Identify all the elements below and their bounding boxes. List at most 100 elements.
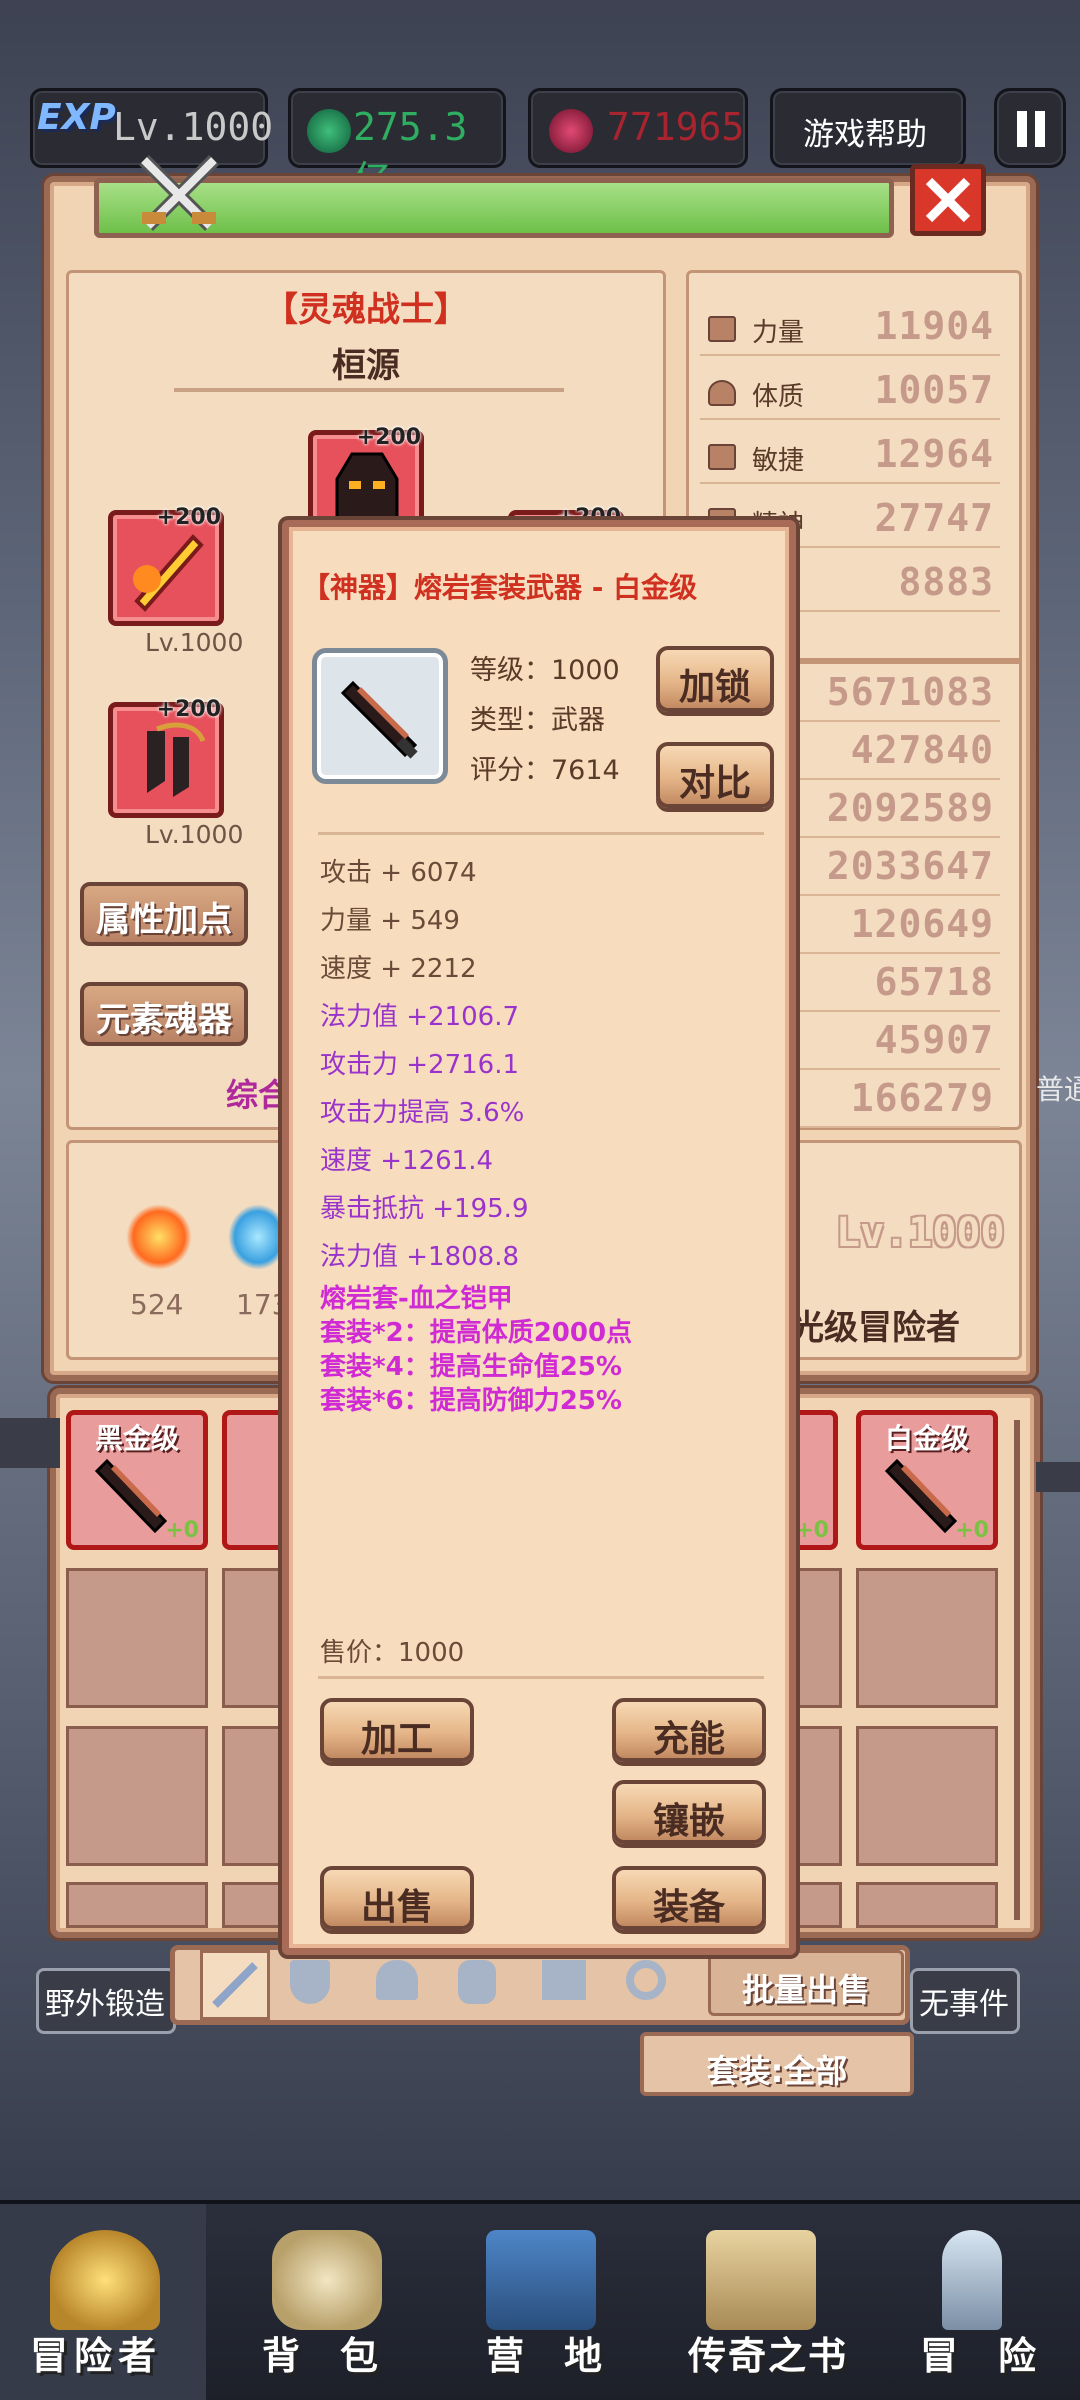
- base-stat: 力量 + 549: [320, 906, 460, 936]
- attribute-points-button[interactable]: 属性加点: [80, 882, 248, 946]
- stat-row-agility: 敏捷 12964: [700, 428, 1000, 484]
- pause-button[interactable]: [994, 88, 1066, 168]
- helmet-icon: [376, 1960, 418, 2000]
- empty-slot[interactable]: [856, 1568, 998, 1708]
- base-stat: 攻击 + 6074: [320, 858, 477, 888]
- stat-value: 5671083: [826, 670, 994, 714]
- inventory-item[interactable]: 黑金级 +0: [66, 1410, 208, 1550]
- attribute-points-label: 属性加点: [96, 900, 232, 940]
- shield-icon: [290, 1960, 330, 2004]
- item-type: 类型：武器: [470, 705, 605, 736]
- dark-ribbon-right: [1036, 1462, 1080, 1492]
- stat-label: 体质: [752, 382, 805, 412]
- tab-weapon[interactable]: [200, 1950, 270, 2020]
- popup-title: 【神器】熔岩套装武器 - 白金级: [302, 571, 698, 604]
- inventory-item[interactable]: 白金级 +0: [856, 1410, 998, 1550]
- nav-legend-book[interactable]: 传奇之书: [688, 2325, 848, 2380]
- set-filter-button[interactable]: 套装:全部: [640, 2032, 914, 2096]
- pause-icon: [1017, 111, 1045, 147]
- sword-tab-icon: [212, 1962, 258, 2008]
- tab-accessory[interactable]: [626, 1960, 676, 2010]
- stat-value: 11904: [874, 304, 994, 348]
- wilderness-forge-label[interactable]: 野外锻造: [36, 1968, 176, 2034]
- bonus-stat: 暴击抵抗 +195.9: [320, 1194, 529, 1224]
- stat-value: 27747: [874, 496, 994, 540]
- tab-helmet[interactable]: [376, 1960, 426, 2010]
- empty-slot[interactable]: [66, 1882, 208, 1928]
- stat-value: 2033647: [826, 844, 994, 888]
- green-currency-box: 275.3亿: [288, 88, 506, 202]
- stat-value: 120649: [850, 902, 994, 946]
- inventory-scrollbar[interactable]: [1014, 1420, 1020, 1920]
- empty-slot[interactable]: [856, 1882, 998, 1928]
- stat-value: 65718: [874, 960, 994, 1004]
- name-divider: [174, 388, 564, 392]
- element-soul-label: 元素魂器: [96, 1000, 232, 1040]
- close-icon: [925, 177, 971, 223]
- water-resource-icon: [228, 1204, 288, 1270]
- boots-icon: [147, 722, 206, 797]
- process-label: 加工: [360, 1719, 433, 1760]
- empty-slot[interactable]: [856, 1726, 998, 1866]
- nav-adventure[interactable]: 冒险: [920, 2325, 1076, 2380]
- item-score: 评分：7614: [470, 755, 620, 786]
- empty-slot[interactable]: [66, 1726, 208, 1866]
- charge-button[interactable]: 充能: [612, 1698, 766, 1762]
- sell-label: 出售: [360, 1887, 433, 1928]
- item-level: 等级：1000: [470, 655, 620, 686]
- bonus-stat: 攻击力 +2716.1: [320, 1050, 520, 1080]
- tab-armor[interactable]: [290, 1960, 340, 2010]
- stat-label: 力量: [752, 318, 805, 348]
- game-help-label: 游戏帮助: [803, 117, 927, 153]
- batch-sell-button[interactable]: 批量出售: [708, 1950, 904, 2016]
- sell-button[interactable]: 出售: [320, 1866, 474, 1930]
- stat-value: 12964: [874, 432, 994, 476]
- fire-sword-icon: [133, 534, 204, 612]
- strength-icon: [708, 316, 736, 342]
- empty-slot[interactable]: [66, 1568, 208, 1708]
- bonus-stat: 速度 +1261.4: [320, 1146, 494, 1176]
- tab-cloak[interactable]: [458, 1960, 508, 2010]
- set-line: 套装*6：提高防御力25%: [320, 1386, 622, 1416]
- rank-title: 光级冒险者: [790, 1308, 960, 1348]
- lock-label: 加锁: [678, 667, 751, 708]
- class-title: 【灵魂战士】: [264, 290, 468, 330]
- skill-slot-boots[interactable]: +200: [108, 697, 224, 818]
- bonus-stat: 攻击力提高 3.6%: [320, 1098, 525, 1128]
- skill-slot-fire-sword[interactable]: +200: [108, 505, 224, 626]
- process-button[interactable]: 加工: [320, 1698, 474, 1762]
- nav-adventurer[interactable]: 冒险者: [30, 2325, 162, 2380]
- stat-value: 2092589: [826, 786, 994, 830]
- close-button[interactable]: [910, 164, 986, 236]
- item-plus: +0: [795, 1518, 829, 1543]
- stat-value: 8883: [898, 560, 994, 604]
- bonus-stat: 法力值 +1808.8: [320, 1242, 520, 1272]
- heart-icon: [708, 380, 736, 406]
- stat-value: 45907: [874, 1018, 994, 1062]
- bonus-stat: 法力值 +2106.7: [320, 1002, 520, 1032]
- lava-sword-icon: [340, 680, 418, 759]
- element-soul-button[interactable]: 元素魂器: [80, 982, 248, 1046]
- compare-label: 对比: [678, 763, 751, 804]
- inlay-label: 镶嵌: [652, 1801, 725, 1842]
- set-line: 熔岩套-血之铠甲: [320, 1284, 513, 1314]
- popup-divider: [318, 832, 764, 835]
- cloak-icon: [458, 1960, 496, 2004]
- equip-button[interactable]: 装备: [612, 1866, 766, 1930]
- player-level: Lv.1000: [113, 105, 274, 149]
- base-stat: 速度 + 2212: [320, 954, 477, 984]
- game-help-button[interactable]: 游戏帮助: [770, 88, 966, 168]
- no-event-label[interactable]: 无事件: [910, 1968, 1020, 2034]
- crossed-swords-icon: [134, 150, 224, 240]
- inlay-button[interactable]: 镶嵌: [612, 1780, 766, 1844]
- character-name: 桓源: [332, 346, 400, 386]
- tab-legs[interactable]: [542, 1960, 592, 2010]
- nav-backpack[interactable]: 背包: [262, 2325, 418, 2380]
- compare-button[interactable]: 对比: [656, 742, 774, 808]
- stat-row-strength: 力量 11904: [700, 300, 1000, 356]
- lock-button[interactable]: 加锁: [656, 646, 774, 712]
- nav-camp[interactable]: 营地: [486, 2325, 642, 2380]
- skill-level: Lv.1000: [145, 628, 244, 657]
- charge-label: 充能: [652, 1719, 725, 1760]
- overall-label: 综合: [226, 1076, 291, 1114]
